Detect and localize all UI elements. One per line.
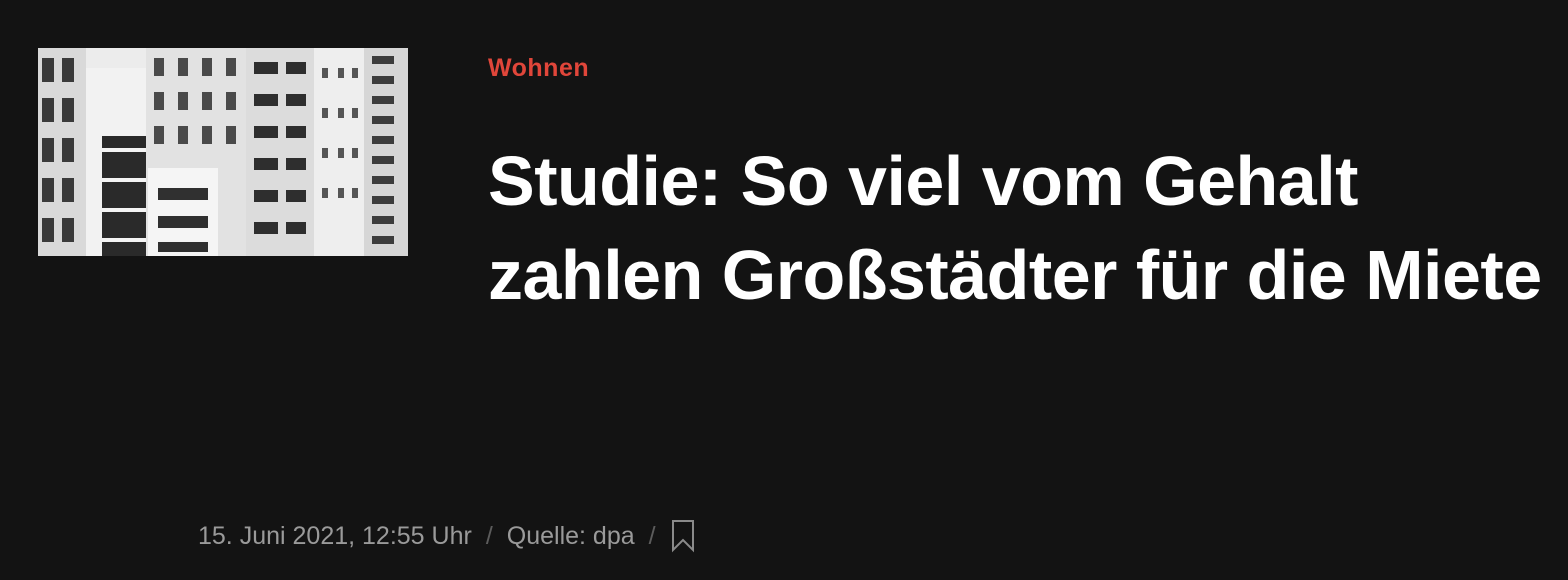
- meta-separator: /: [648, 521, 656, 550]
- article-source: Quelle: dpa: [506, 521, 635, 550]
- article-date: 15. Juni 2021, 12:55 Uhr: [198, 521, 472, 550]
- meta-separator: /: [485, 521, 493, 550]
- article-thumbnail[interactable]: [38, 48, 408, 256]
- bookmark-icon[interactable]: [670, 518, 696, 554]
- article-meta: 15. Juni 2021, 12:55 Uhr / Quelle: dpa /: [198, 518, 696, 554]
- article-kicker[interactable]: Wohnen: [488, 54, 589, 83]
- article-headline[interactable]: Studie: So viel vom Gehalt zahlen Großst…: [488, 134, 1548, 322]
- buildings-image: [38, 48, 408, 256]
- article-teaser: Wohnen Studie: So viel vom Gehalt zahlen…: [0, 0, 1568, 580]
